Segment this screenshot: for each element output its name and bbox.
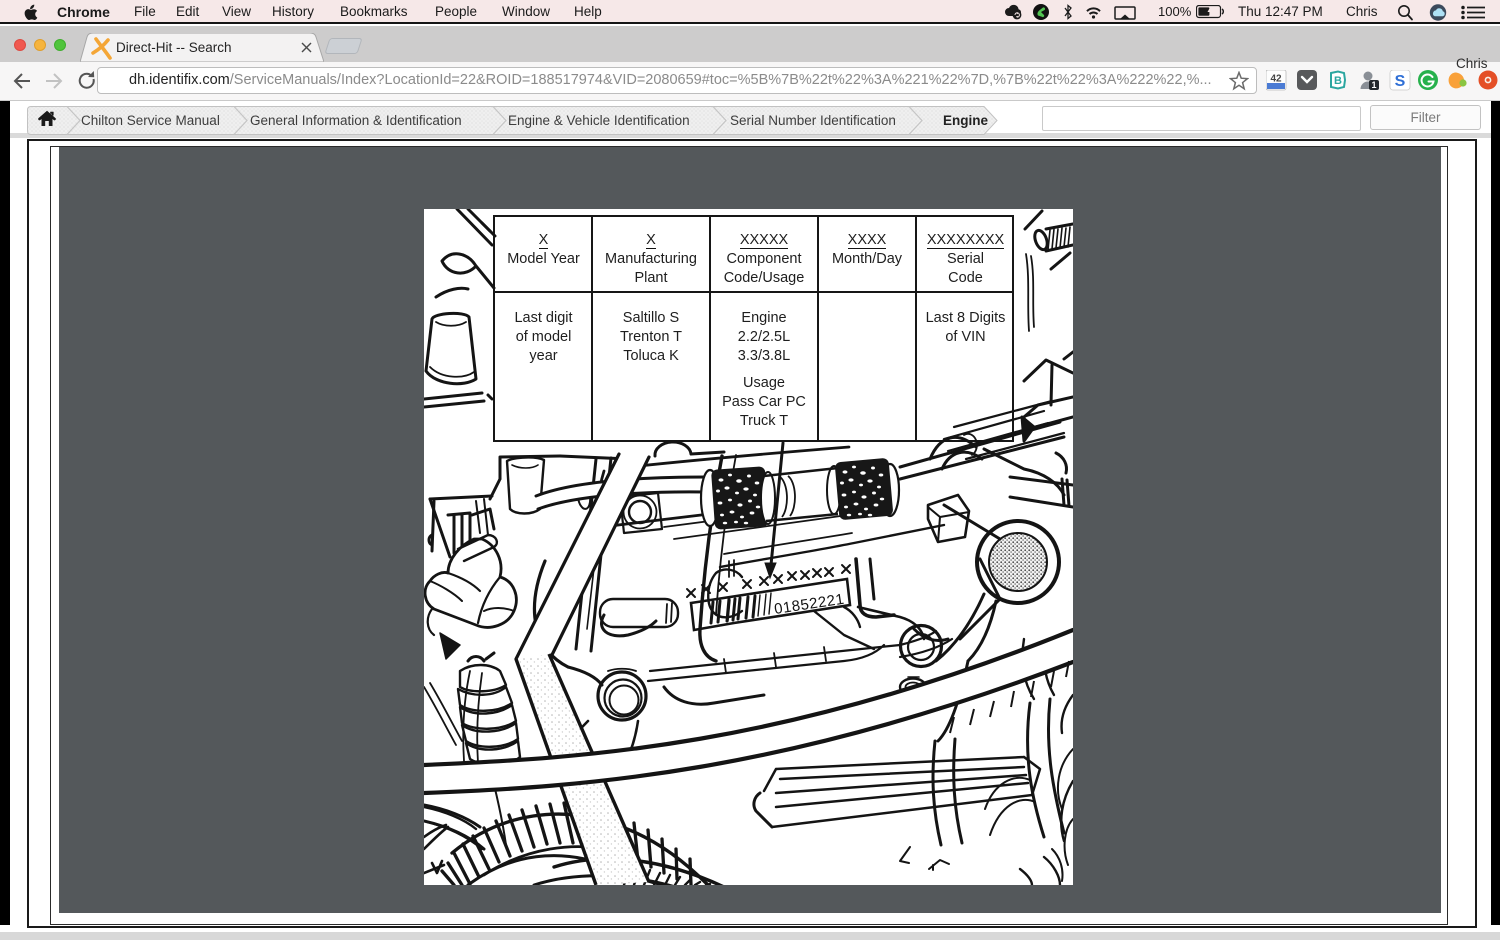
svg-text:Engine & Vehicle Identificatio: Engine & Vehicle Identification — [508, 113, 690, 128]
svg-text:42: 42 — [1270, 74, 1282, 85]
svg-text:General Information & Identifi: General Information & Identification — [250, 113, 462, 128]
svg-text:Engine: Engine — [943, 113, 988, 128]
svg-text:Chilton Service Manual: Chilton Service Manual — [81, 113, 220, 128]
svg-text:B: B — [1334, 75, 1342, 87]
svg-text:Direct-Hit -- Search: Direct-Hit -- Search — [116, 40, 232, 55]
svg-text:1: 1 — [1371, 80, 1376, 90]
svg-text:Serial Number Identification: Serial Number Identification — [730, 113, 896, 128]
svg-text:01852221: 01852221 — [773, 591, 845, 618]
svg-text:S: S — [1395, 73, 1406, 90]
